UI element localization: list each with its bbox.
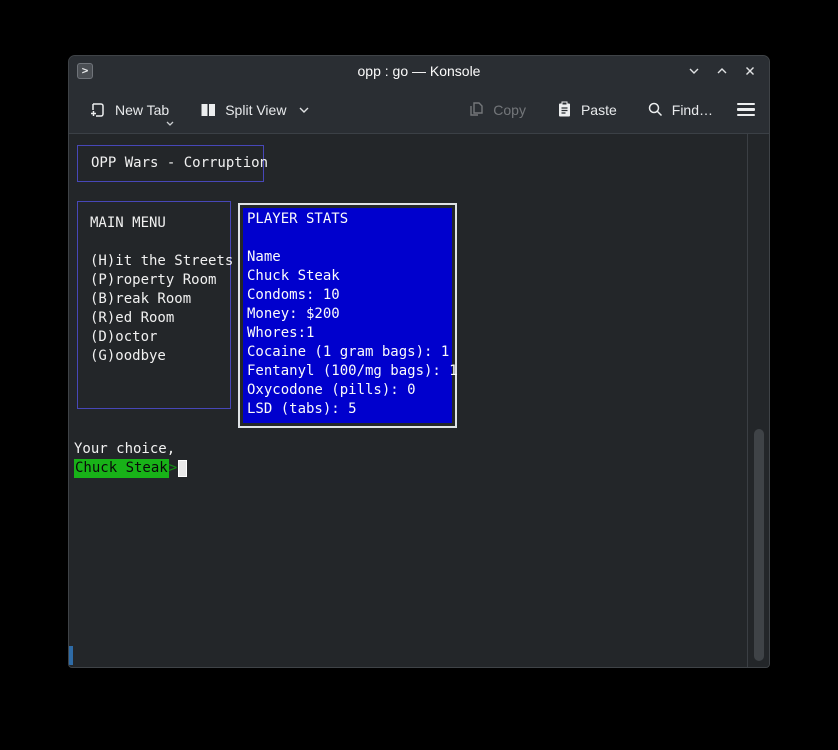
player-stats-box: PLAYER STATS Name Chuck Steak Condoms: 1… [238,203,457,428]
konsole-window: > opp : go — Konsole N [68,55,770,668]
player-name-highlight: Chuck Steak [74,459,169,478]
stat-money: Money: $200 [247,305,452,324]
copy-icon [468,101,485,118]
hamburger-icon [737,103,755,106]
menu-item-hit-the-streets: (H)it the Streets [90,252,230,271]
prompt-question: Your choice, [74,440,175,459]
stat-lsd: LSD (tabs): 5 [247,400,452,419]
menu-item-goodbye: (G)oodbye [90,347,230,366]
find-button[interactable]: Find… [639,95,721,124]
stat-condoms: Condoms: 10 [247,286,452,305]
scrollbar-track[interactable] [748,134,769,668]
copy-button: Copy [460,95,534,124]
window-title: opp : go — Konsole [69,63,769,79]
maximize-button[interactable] [713,62,731,80]
close-icon [743,64,757,78]
konsole-app-icon: > [77,63,93,79]
scrollbar-thumb[interactable] [754,429,764,661]
new-tab-button[interactable]: New Tab [81,95,177,125]
split-view-label: Split View [225,102,286,118]
player-stats-panel: PLAYER STATS Name Chuck Steak Condoms: 1… [243,208,452,423]
stat-cocaine: Cocaine (1 gram bags): 1 [247,343,452,362]
toolbar: New Tab Split View Copy [69,86,769,134]
player-stats-title: PLAYER STATS [247,210,452,229]
chevron-down-icon [687,64,701,78]
chevron-up-icon [715,64,729,78]
terminal-view[interactable]: OPP Wars - Corruption MAIN MENU (H)it th… [69,134,769,668]
close-button[interactable] [741,62,759,80]
menu-item-doctor: (D)octor [90,328,230,347]
titlebar[interactable]: > opp : go — Konsole [69,56,769,86]
split-view-button[interactable]: Split View [191,95,318,125]
main-menu-title: MAIN MENU [90,214,230,233]
menu-button[interactable] [735,99,757,121]
menu-item-property-room: (P)roperty Room [90,271,230,290]
prompt-line[interactable]: Chuck Steak> [74,459,187,478]
terminal-cursor [178,460,187,477]
new-tab-icon [89,101,107,119]
new-tab-label: New Tab [115,102,169,118]
stat-oxycodone: Oxycodone (pills): 0 [247,381,452,400]
stat-whores: Whores:1 [247,324,452,343]
split-view-dropdown-icon[interactable] [298,106,310,114]
stat-name-value: Chuck Steak [247,267,452,286]
game-banner-box: OPP Wars - Corruption [77,145,264,182]
minimize-button[interactable] [685,62,703,80]
main-menu-box: MAIN MENU (H)it the Streets (P)roperty R… [77,201,231,409]
split-view-icon [199,101,217,119]
search-icon [647,101,664,118]
paste-icon [556,101,573,118]
menu-item-break-room: (B)reak Room [90,290,230,309]
stat-fentanyl: Fentanyl (100/mg bags): 1 [247,362,452,381]
stat-name-label: Name [247,248,452,267]
copy-label: Copy [493,102,526,118]
game-banner-text: OPP Wars - Corruption [91,154,268,173]
find-label: Find… [672,102,713,118]
new-tab-dropdown-icon[interactable] [165,120,175,127]
paste-button[interactable]: Paste [548,95,625,124]
paste-label: Paste [581,102,617,118]
menu-item-red-room: (R)ed Room [90,309,230,328]
new-output-indicator [69,646,73,665]
prompt-caret: > [169,459,177,478]
